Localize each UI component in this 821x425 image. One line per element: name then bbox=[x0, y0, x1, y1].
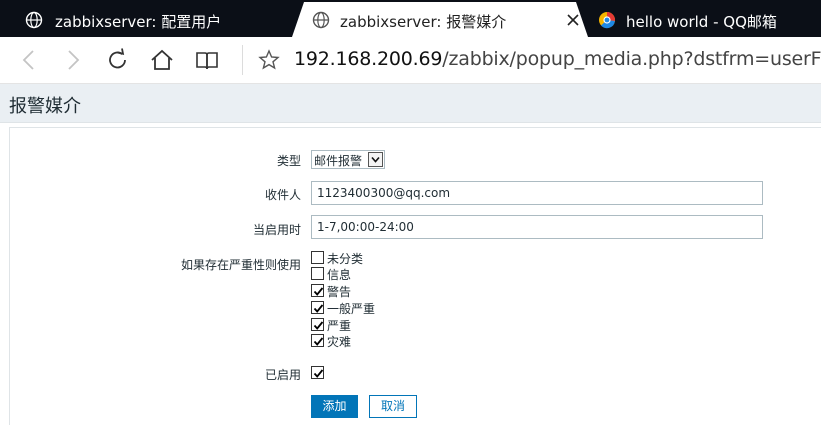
star-icon[interactable] bbox=[256, 47, 282, 73]
checkbox-checked[interactable] bbox=[311, 366, 324, 379]
tab-config-user[interactable]: zabbixserver: 配置用户 bbox=[0, 2, 300, 37]
reload-icon[interactable] bbox=[105, 47, 131, 73]
forward-icon[interactable] bbox=[60, 47, 86, 73]
tab-title: zabbixserver: 报警媒介 bbox=[340, 13, 507, 31]
tab-title: zabbixserver: 配置用户 bbox=[55, 13, 222, 31]
checkmark-icon bbox=[313, 369, 324, 378]
add-button[interactable]: 添加 bbox=[311, 395, 358, 418]
page-title: 报警媒介 bbox=[9, 96, 81, 117]
checkbox-checked[interactable] bbox=[311, 334, 324, 347]
checkmark-icon bbox=[313, 287, 324, 296]
cancel-button[interactable]: 取消 bbox=[369, 395, 417, 418]
recipient-input[interactable] bbox=[311, 181, 763, 205]
severity-item-label: 一般严重 bbox=[327, 302, 376, 316]
close-icon[interactable] bbox=[562, 9, 584, 31]
url-path: /zabbix/popup_media.php?dstfrm=userForm bbox=[442, 48, 821, 70]
tab-alert-media[interactable]: zabbixserver: 报警媒介 bbox=[292, 2, 588, 37]
checkbox-checked[interactable] bbox=[311, 318, 324, 331]
severity-item-label: 未分类 bbox=[327, 252, 364, 266]
active-when-label: 当启用时 bbox=[252, 223, 301, 237]
browser-tab-strip: zabbixserver: 配置用户 zabbixserver: 报警媒介 he… bbox=[0, 0, 821, 37]
tab-qq-mail[interactable]: hello world - QQ邮箱 bbox=[588, 2, 821, 37]
severity-item-label: 严重 bbox=[327, 319, 352, 333]
checkbox-checked[interactable] bbox=[311, 284, 324, 297]
toolbar-divider bbox=[242, 45, 243, 75]
active-when-input[interactable] bbox=[311, 215, 763, 239]
tab-title: hello world - QQ邮箱 bbox=[626, 13, 777, 31]
address-bar[interactable]: 192.168.200.69/zabbix/popup_media.php?ds… bbox=[294, 48, 821, 70]
home-icon[interactable] bbox=[149, 47, 175, 73]
url-host: 192.168.200.69 bbox=[294, 48, 443, 70]
type-label: 类型 bbox=[276, 154, 301, 168]
type-select-value: 邮件报警 bbox=[314, 154, 363, 168]
enabled-label: 已启用 bbox=[264, 368, 301, 382]
severity-item-label: 信息 bbox=[327, 268, 352, 282]
checkbox[interactable] bbox=[311, 267, 324, 280]
checkbox[interactable] bbox=[311, 251, 324, 264]
type-select[interactable]: 邮件报警 bbox=[311, 150, 385, 169]
recipient-label: 收件人 bbox=[264, 188, 301, 202]
browser-toolbar: 192.168.200.69/zabbix/popup_media.php?ds… bbox=[0, 37, 821, 84]
checkmark-icon bbox=[313, 321, 324, 330]
chevron-down-icon bbox=[368, 152, 383, 167]
checkbox-checked[interactable] bbox=[311, 301, 324, 314]
qq-mail-icon bbox=[599, 12, 615, 29]
reading-view-icon[interactable] bbox=[194, 47, 220, 73]
globe-icon bbox=[312, 11, 330, 29]
checkmark-icon bbox=[313, 337, 324, 346]
severity-item-label: 警告 bbox=[327, 285, 352, 299]
form-container bbox=[9, 127, 821, 425]
back-icon[interactable] bbox=[16, 47, 42, 73]
page-header: 报警媒介 bbox=[0, 84, 821, 123]
severity-label: 如果存在严重性则使用 bbox=[180, 258, 301, 272]
severity-item-label: 灾难 bbox=[327, 335, 352, 349]
checkmark-icon bbox=[313, 304, 324, 313]
globe-icon bbox=[25, 11, 43, 29]
